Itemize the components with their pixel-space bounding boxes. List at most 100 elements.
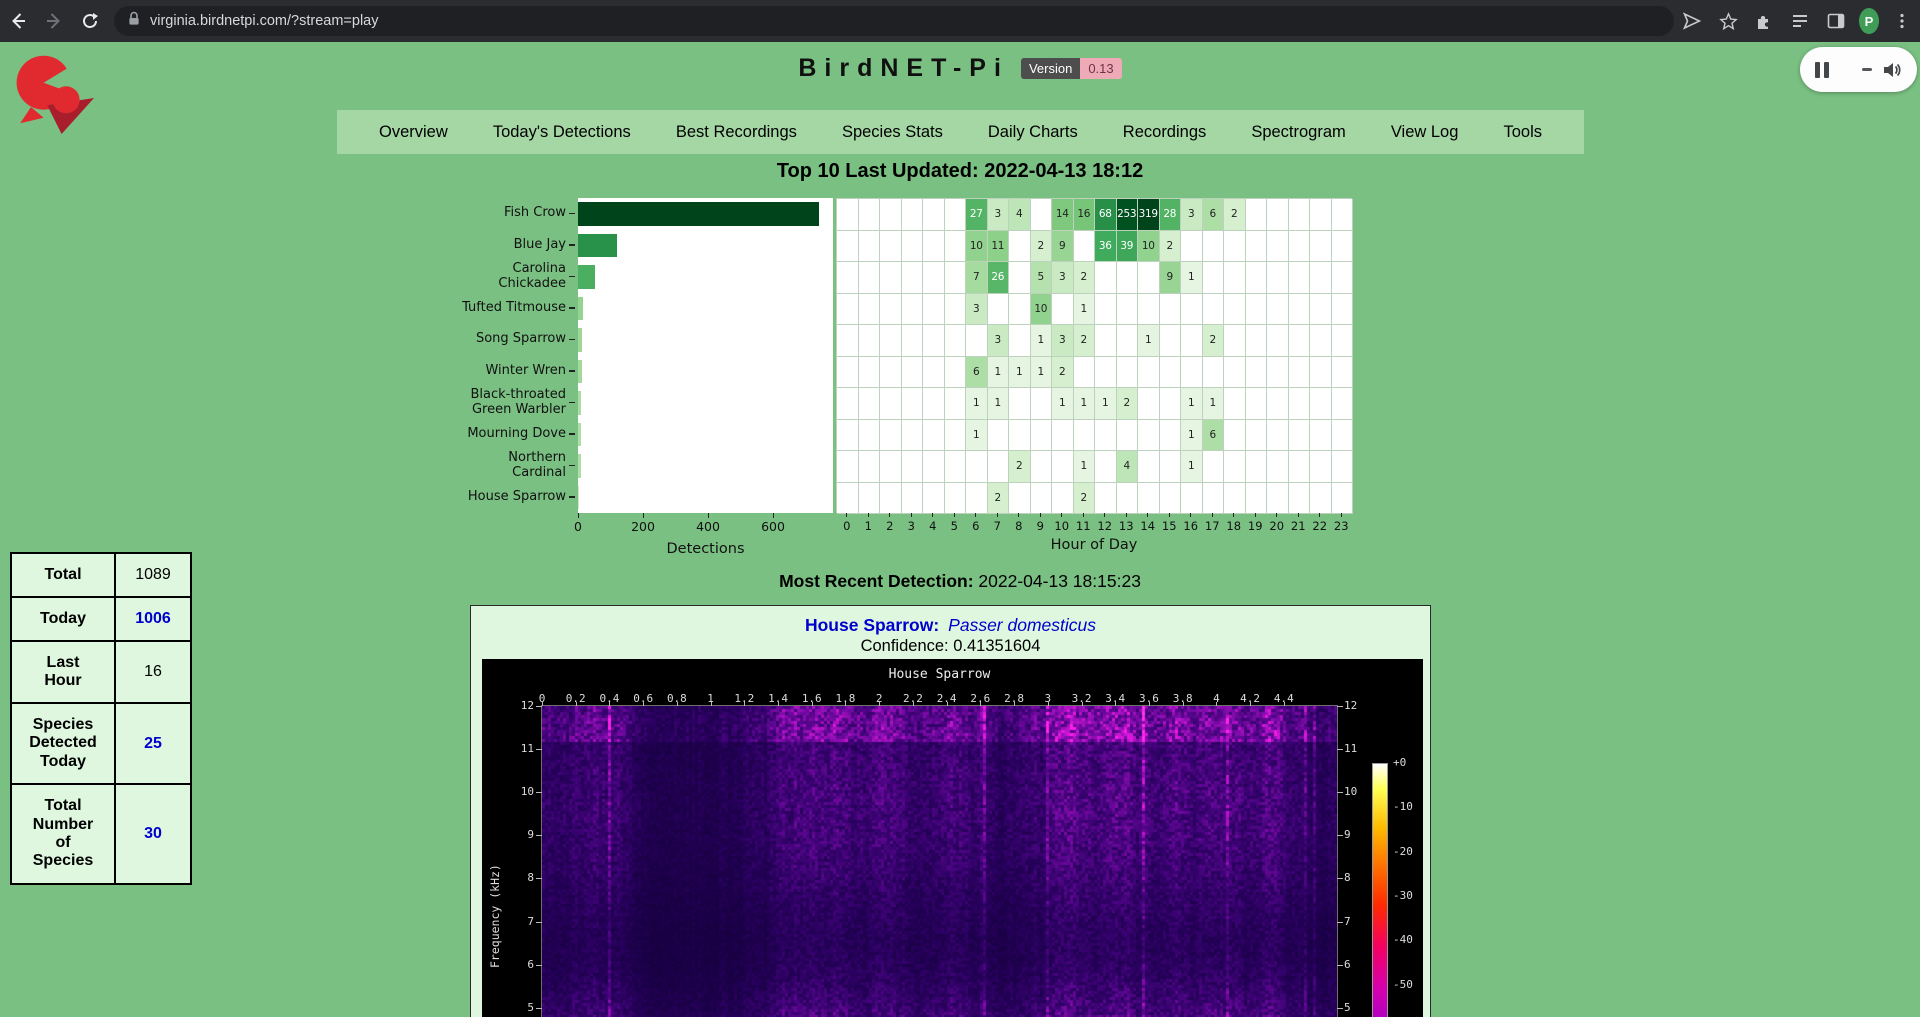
stats-value-link[interactable]: 25	[144, 735, 162, 752]
heatmap-cell: 1	[1138, 325, 1160, 357]
freq-axis-label: Frequency (kHz)	[488, 864, 502, 968]
heatmap-cell	[1310, 294, 1332, 326]
stats-value-link[interactable]: 1006	[135, 610, 171, 627]
heatmap-cell	[859, 199, 881, 231]
heatmap-cell: 3	[1052, 262, 1074, 294]
axis-tick	[879, 702, 880, 706]
axis-tick	[569, 465, 575, 467]
heatmap-cell	[1267, 451, 1289, 483]
reload-icon[interactable]	[75, 6, 105, 36]
heatmap-cell	[1332, 483, 1354, 515]
heatmap-cell: 1	[1074, 451, 1096, 483]
axis-tick	[1082, 702, 1083, 706]
heatmap-cell	[1332, 262, 1354, 294]
axis-tick	[536, 792, 542, 793]
axis-tick	[569, 496, 575, 498]
send-icon[interactable]	[1677, 6, 1707, 36]
heatmap-cell: 36	[1095, 231, 1117, 263]
heatmap-cell	[1267, 420, 1289, 452]
heatmap-cell	[1009, 325, 1031, 357]
heatmap-cell	[902, 420, 924, 452]
heatmap-cell	[1267, 357, 1289, 389]
heatmap-cell: 1	[1203, 388, 1225, 420]
axis-tick-label: 10	[1054, 519, 1069, 533]
profile-avatar[interactable]: P	[1859, 8, 1879, 34]
forward-icon[interactable]	[39, 6, 69, 36]
heatmap-cell: 10	[1031, 294, 1053, 326]
axis-tick	[947, 702, 948, 706]
heatmap-cell: 10	[966, 231, 988, 263]
axis-tick	[578, 513, 579, 518]
heatmap-cell	[1181, 357, 1203, 389]
axis-tick	[609, 702, 610, 706]
heatmap-cell	[1267, 262, 1289, 294]
back-icon[interactable]	[3, 6, 33, 36]
heatmap-cell	[1224, 231, 1246, 263]
heatmap-cell	[1267, 294, 1289, 326]
heatmap-cell	[1031, 388, 1053, 420]
heatmap-cell	[837, 231, 859, 263]
heatmap-cell	[1009, 420, 1031, 452]
axis-tick	[536, 922, 542, 923]
url-text: virginia.birdnetpi.com/?stream=play	[150, 13, 378, 29]
heatmap-cell	[859, 420, 881, 452]
species-name: House Sparrow:	[805, 615, 939, 635]
heatmap-cell	[1052, 420, 1074, 452]
menu-icon[interactable]	[1887, 6, 1917, 36]
bar	[578, 202, 819, 226]
heatmap-cell	[902, 483, 924, 515]
heatmap-cell: 1	[1009, 357, 1031, 389]
db-tick-label: -50	[1393, 978, 1413, 992]
confidence-text: Confidence: 0.41351604	[471, 637, 1430, 656]
heatmap-cell	[945, 262, 967, 294]
axis-tick	[569, 307, 575, 309]
heatmap-cell	[1246, 420, 1268, 452]
axis-tick-label: 16	[1183, 519, 1198, 533]
spectrogram: House Sparrow Frequency (kHz) 00.20.40.6…	[482, 659, 1423, 1017]
axis-tick	[778, 702, 779, 706]
bookmark-star-icon[interactable]	[1713, 6, 1743, 36]
db-tick-label: +0	[1393, 756, 1406, 770]
heatmap-cell	[1203, 357, 1225, 389]
side-panel-icon[interactable]	[1821, 6, 1851, 36]
axis-tick	[569, 402, 575, 404]
axis-tick	[1276, 513, 1277, 517]
axis-tick-label: 22	[1312, 519, 1327, 533]
heatmap-cell	[1138, 483, 1160, 515]
axis-tick-label: 2	[886, 519, 893, 533]
heatmap-cell	[1203, 231, 1225, 263]
heatmap-cell	[945, 294, 967, 326]
stats-value-link[interactable]: 30	[144, 825, 162, 842]
heatmap-cell	[837, 451, 859, 483]
heatmap-cell	[859, 231, 881, 263]
heatmap-cell	[1031, 199, 1053, 231]
axis-tick-label: 5	[951, 519, 958, 533]
heatmap-cell	[1203, 451, 1225, 483]
heatmap-cell	[1246, 451, 1268, 483]
heatmap-cell	[1160, 294, 1182, 326]
axis-tick-label: 23	[1334, 519, 1349, 533]
heatmap-cell	[880, 357, 902, 389]
heatmap-cell: 26	[988, 262, 1010, 294]
freq-tick-label: 6	[1344, 958, 1351, 972]
axis-tick	[1190, 513, 1191, 517]
url-bar[interactable]: virginia.birdnetpi.com/?stream=play	[114, 6, 1674, 36]
heatmap-cell: 2	[1203, 325, 1225, 357]
heatmap-cell: 39	[1117, 231, 1139, 263]
heatmap-cell	[1095, 483, 1117, 515]
axis-tick	[954, 513, 955, 517]
heatmap-cell: 1	[966, 420, 988, 452]
heatmap-cell: 319	[1138, 199, 1160, 231]
reading-list-icon[interactable]	[1785, 6, 1815, 36]
axis-tick	[708, 513, 709, 518]
heatmap-cell	[1117, 262, 1139, 294]
heatmap-cell: 1	[988, 388, 1010, 420]
extensions-icon[interactable]	[1749, 6, 1779, 36]
heatmap-cell	[1095, 325, 1117, 357]
heatmap-cell	[1052, 483, 1074, 515]
stats-table: Total1089Today1006Last Hour16Species Det…	[10, 552, 192, 885]
axis-tick	[1212, 513, 1213, 517]
heatmap-cell	[1117, 420, 1139, 452]
axis-tick	[536, 878, 542, 879]
heatmap-cell: 6	[1203, 199, 1225, 231]
